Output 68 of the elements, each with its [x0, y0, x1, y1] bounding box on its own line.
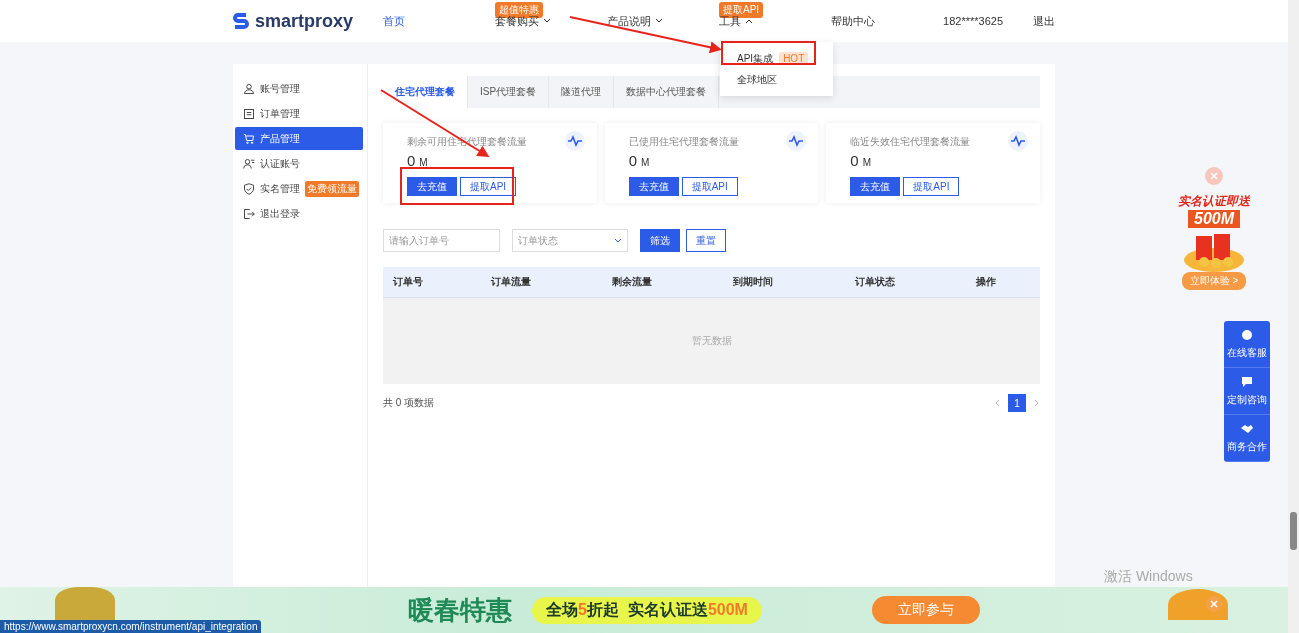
- sidebar-item[interactable]: 实名管理 免费领流量: [235, 177, 363, 200]
- stat-value: 0: [850, 153, 859, 168]
- stat-value: 0: [407, 153, 416, 168]
- close-icon[interactable]: [1205, 167, 1223, 185]
- sidebar-item[interactable]: 账号管理: [235, 77, 363, 100]
- menu-item[interactable]: API集成: [737, 51, 774, 66]
- pulse-icon: [564, 131, 585, 151]
- status-url: https://www.smartproxycn.com/instrument/api_integration: [0, 620, 262, 633]
- filter-button[interactable]: 筛选: [640, 229, 680, 252]
- banner-title: 暖春特惠: [408, 593, 513, 627]
- stat-title: 已使用住宅代理套餐流量: [628, 135, 739, 149]
- banner-slogan: 全场5折起 实名认证送500M: [532, 596, 762, 624]
- chevron-down-icon: [614, 238, 622, 243]
- cart-icon: [243, 132, 255, 145]
- document-icon: [243, 107, 255, 120]
- logo-icon: [233, 12, 249, 30]
- total-count: 共 0 项数据: [383, 396, 435, 410]
- phone-number: 182****3625: [943, 15, 1003, 27]
- column-header: 订单状态: [844, 267, 967, 298]
- recharge-button[interactable]: 去充值: [407, 177, 457, 196]
- sidebar-item[interactable]: 订单管理: [235, 102, 363, 125]
- column-header: 到期时间: [723, 267, 845, 298]
- stat-unit: M: [862, 158, 872, 168]
- nav-link[interactable]: 首页: [383, 13, 405, 29]
- stat-unit: M: [641, 158, 650, 168]
- sidebar-item[interactable]: 认证账号: [235, 152, 363, 175]
- column-header: 订单号: [383, 267, 481, 298]
- close-icon[interactable]: [1206, 596, 1222, 612]
- menu-item[interactable]: 全球地区: [737, 72, 777, 87]
- exit-icon: [243, 207, 255, 220]
- sidebar-item[interactable]: 产品管理: [235, 127, 363, 150]
- tab[interactable]: 住宅代理套餐: [383, 76, 468, 108]
- activation-notice: 激活 Windows: [1104, 568, 1193, 586]
- page-button[interactable]: 1: [1008, 394, 1026, 412]
- nav-link[interactable]: 帮助中心: [831, 13, 875, 29]
- recharge-button[interactable]: 去充值: [850, 177, 901, 196]
- sidebar-item[interactable]: 退出登录: [235, 202, 363, 225]
- column-header: 操作: [966, 267, 1040, 298]
- promo-amount: 500M: [1188, 210, 1240, 228]
- pulse-icon: [1008, 131, 1028, 151]
- scrollbar[interactable]: [1288, 0, 1299, 633]
- api-button[interactable]: 提取API: [903, 177, 960, 196]
- stat-value: 0: [628, 153, 637, 168]
- stat-unit: M: [419, 158, 428, 168]
- reset-button[interactable]: 重置: [686, 229, 726, 252]
- api-button[interactable]: 提取API: [460, 177, 517, 196]
- contact-item[interactable]: 商务合作: [1224, 415, 1270, 462]
- api-button[interactable]: 提取API: [681, 177, 738, 196]
- shield-icon: [243, 182, 255, 195]
- status-select[interactable]: 订单状态: [512, 229, 628, 252]
- column-header: 订单流量: [480, 267, 602, 298]
- pulse-icon: [786, 131, 807, 151]
- users-icon: [243, 157, 255, 170]
- chat-icon: [1240, 375, 1254, 389]
- user-icon: [243, 82, 255, 95]
- order-input-field[interactable]: 请输入订单号: [383, 229, 500, 252]
- contact-item[interactable]: 在线客服: [1224, 321, 1270, 368]
- recharge-button[interactable]: 去充值: [628, 177, 679, 196]
- next-page-icon[interactable]: [1034, 399, 1040, 407]
- promo-headline: 实名认证即送: [1178, 193, 1250, 210]
- logout-link[interactable]: 退出: [1033, 13, 1055, 29]
- prev-page-icon[interactable]: [994, 399, 1000, 407]
- column-header: 剩余流量: [602, 267, 724, 298]
- sidebar-badge: 免费领流量: [305, 180, 359, 197]
- contact-item[interactable]: 定制咨询: [1224, 368, 1270, 415]
- logo-text: smartproxy: [255, 10, 354, 32]
- empty-message: 暂无数据: [383, 297, 1040, 384]
- stat-title: 临近失效住宅代理套餐流量: [850, 135, 971, 149]
